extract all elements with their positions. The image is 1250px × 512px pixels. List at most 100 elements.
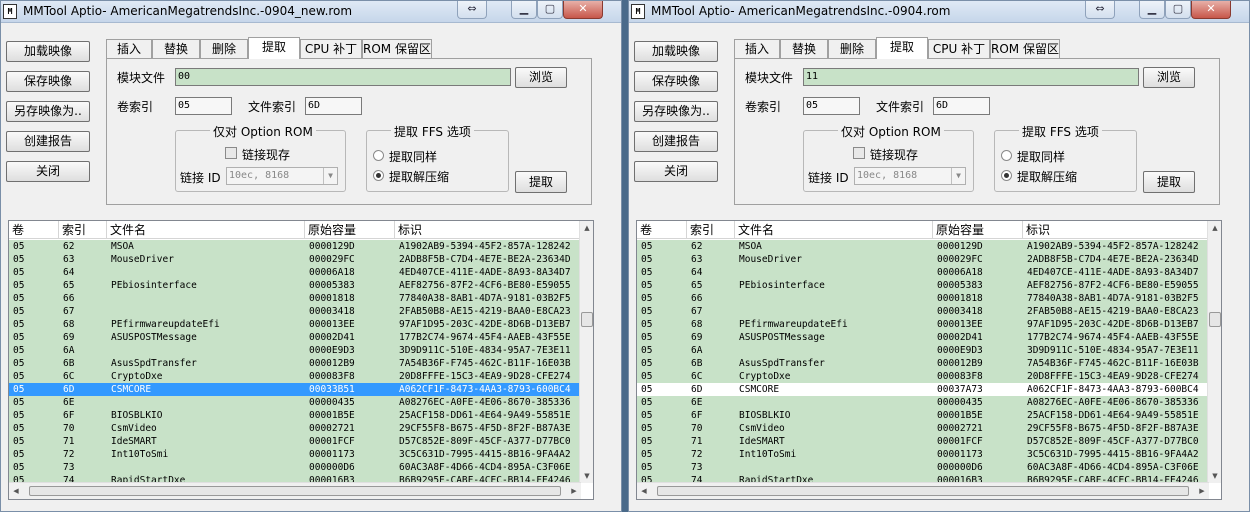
scroll-up-arrow-icon[interactable]: ▲	[1208, 221, 1221, 235]
horizontal-scrollbar[interactable]: ◀ ▶	[637, 482, 1209, 499]
volume-index-field[interactable]: 05	[803, 97, 860, 115]
restore-arrows-icon[interactable]: ⇔	[457, 1, 487, 19]
tab-rom-hole[interactable]: ROM 保留区	[362, 39, 432, 58]
table-row[interactable]: 05 62 MSOA 0000129D A1902AB9-5394-45F2-857A-…	[637, 240, 1207, 253]
vertical-scrollbar[interactable]: ▲ ▼	[579, 221, 593, 483]
table-row[interactable]: 05 70 CsmVideo 00002721 29CF55F8-B675-4F5D-8…	[9, 422, 579, 435]
close-window-button[interactable]: ✕	[1191, 1, 1231, 19]
save-image-as-button[interactable]: 另存映像为..	[6, 101, 90, 122]
table-row[interactable]: 05 6A 0000E9D3 3D9D911C-510E-4834-95A7-7E3E…	[9, 344, 579, 357]
table-row[interactable]: 05 72 Int10ToSmi 00001173 3C5C631D-7995-4415…	[637, 448, 1207, 461]
save-image-button[interactable]: 保存映像	[634, 71, 718, 92]
table-row[interactable]: 05 6F BIOSBLKIO 00001B5E 25ACF158-DD61-4E64-…	[9, 409, 579, 422]
save-image-as-button[interactable]: 另存映像为..	[634, 101, 718, 122]
scroll-up-arrow-icon[interactable]: ▲	[580, 221, 593, 235]
table-row[interactable]: 05 6B AsusSpdTransfer 000012B9 7A54B36F-F745…	[637, 357, 1207, 370]
table-row[interactable]: 05 6E 00000435 A08276EC-A0FE-4E06-8670-3853…	[637, 396, 1207, 409]
tab-delete[interactable]: 删除	[828, 39, 876, 58]
tab-replace[interactable]: 替换	[152, 39, 200, 58]
table-row[interactable]: 05 6E 00000435 A08276EC-A0FE-4E06-8670-3853…	[9, 396, 579, 409]
table-row[interactable]: 05 67 00003418 2FAB50B8-AE15-4219-BAA0-E8CA…	[9, 305, 579, 318]
column-header-filename[interactable]: 文件名	[107, 221, 305, 239]
save-image-button[interactable]: 保存映像	[6, 71, 90, 92]
column-header-index[interactable]: 索引	[687, 221, 735, 239]
table-row[interactable]: 05 64 00006A18 4ED407CE-411E-4ADE-8A93-8A34…	[637, 266, 1207, 279]
table-row[interactable]: 05 67 00003418 2FAB50B8-AE15-4219-BAA0-E8CA…	[637, 305, 1207, 318]
maximize-button[interactable]: ▢	[537, 1, 563, 19]
minimize-button[interactable]: ▁	[511, 1, 537, 19]
scroll-left-arrow-icon[interactable]: ◀	[9, 483, 23, 499]
create-report-button[interactable]: 创建报告	[6, 131, 90, 152]
table-row[interactable]: 05 64 00006A18 4ED407CE-411E-4ADE-8A93-8A34…	[9, 266, 579, 279]
link-id-select[interactable]: 10ec, 8168 ▼	[854, 167, 966, 185]
maximize-button[interactable]: ▢	[1165, 1, 1191, 19]
module-list[interactable]: 卷 索引 文件名 原始容量 标识 05 62 MSOA 0000129D A1902AB…	[8, 220, 594, 500]
column-header-guid[interactable]: 标识	[395, 221, 581, 239]
extract-button[interactable]: 提取	[515, 171, 567, 193]
tab-insert[interactable]: 插入	[106, 39, 152, 58]
table-row[interactable]: 05 65 PEbiosinterface 00005383 AEF82756-87F2…	[9, 279, 579, 292]
scroll-right-arrow-icon[interactable]: ▶	[567, 483, 581, 499]
scroll-left-arrow-icon[interactable]: ◀	[637, 483, 651, 499]
load-image-button[interactable]: 加载映像	[6, 41, 90, 62]
table-row[interactable]: 05 63 MouseDriver 000029FC 2ADB8F5B-C7D4-4E7…	[9, 253, 579, 266]
tab-extract[interactable]: 提取	[876, 37, 928, 59]
module-file-input[interactable]: 00	[175, 68, 511, 86]
tab-cpu-patch[interactable]: CPU 补丁	[928, 39, 990, 58]
tab-cpu-patch[interactable]: CPU 补丁	[300, 39, 362, 58]
volume-index-field[interactable]: 05	[175, 97, 232, 115]
vertical-scroll-thumb[interactable]	[581, 312, 593, 327]
module-list[interactable]: 卷 索引 文件名 原始容量 标识 05 62 MSOA 0000129D A1902AB…	[636, 220, 1222, 500]
create-report-button[interactable]: 创建报告	[634, 131, 718, 152]
link-existing-checkbox[interactable]	[853, 147, 865, 159]
column-header-volume[interactable]: 卷	[9, 221, 59, 239]
table-row[interactable]: 05 68 PEfirmwareupdateEfi 000013EE 97AF1D95-…	[9, 318, 579, 331]
table-row[interactable]: 05 73 000000D6 60AC3A8F-4D66-4CD4-895A-C3F0…	[637, 461, 1207, 474]
table-row[interactable]: 05 69 ASUSPOSTMessage 00002D41 177B2C74-9674…	[9, 331, 579, 344]
table-row[interactable]: 05 73 000000D6 60AC3A8F-4D66-4CD4-895A-C3F0…	[9, 461, 579, 474]
extract-button[interactable]: 提取	[1143, 171, 1195, 193]
table-row[interactable]: 05 66 00001818 77840A38-8AB1-4D7A-9181-03B2…	[9, 292, 579, 305]
table-row[interactable]: 05 6C CryptoDxe 000083F8 20D8FFFE-15C3-4EA9-…	[9, 370, 579, 383]
column-header-filename[interactable]: 文件名	[735, 221, 933, 239]
column-header-guid[interactable]: 标识	[1023, 221, 1209, 239]
tab-extract[interactable]: 提取	[248, 37, 300, 59]
close-button[interactable]: 关闭	[6, 161, 90, 182]
table-row[interactable]: 05 6D CSMCORE 00037A73 A062CF1F-8473-4AA3-87…	[637, 383, 1207, 396]
table-row[interactable]: 05 71 IdeSMART 00001FCF D57C852E-809F-45CF-A…	[637, 435, 1207, 448]
column-header-size[interactable]: 原始容量	[933, 221, 1023, 239]
table-row[interactable]: 05 71 IdeSMART 00001FCF D57C852E-809F-45CF-A…	[9, 435, 579, 448]
vertical-scrollbar[interactable]: ▲ ▼	[1207, 221, 1221, 483]
extract-decompressed-radio[interactable]	[1001, 170, 1012, 181]
column-header-volume[interactable]: 卷	[637, 221, 687, 239]
horizontal-scrollbar[interactable]: ◀ ▶	[9, 482, 581, 499]
column-header-index[interactable]: 索引	[59, 221, 107, 239]
table-row[interactable]: 05 6A 0000E9D3 3D9D911C-510E-4834-95A7-7E3E…	[637, 344, 1207, 357]
link-id-select[interactable]: 10ec, 8168 ▼	[226, 167, 338, 185]
table-row[interactable]: 05 70 CsmVideo 00002721 29CF55F8-B675-4F5D-8…	[637, 422, 1207, 435]
extract-as-is-radio[interactable]	[373, 150, 384, 161]
table-row[interactable]: 05 6D CSMCORE 00033B51 A062CF1F-8473-4AA3-87…	[9, 383, 579, 396]
scroll-right-arrow-icon[interactable]: ▶	[1195, 483, 1209, 499]
table-row[interactable]: 05 69 ASUSPOSTMessage 00002D41 177B2C74-9674…	[637, 331, 1207, 344]
browse-button[interactable]: 浏览	[515, 67, 567, 88]
table-row[interactable]: 05 68 PEfirmwareupdateEfi 000013EE 97AF1D95-…	[637, 318, 1207, 331]
table-row[interactable]: 05 65 PEbiosinterface 00005383 AEF82756-87F2…	[637, 279, 1207, 292]
module-file-input[interactable]: 11	[803, 68, 1139, 86]
tab-insert[interactable]: 插入	[734, 39, 780, 58]
table-row[interactable]: 05 66 00001818 77840A38-8AB1-4D7A-9181-03B2…	[637, 292, 1207, 305]
table-row[interactable]: 05 6F BIOSBLKIO 00001B5E 25ACF158-DD61-4E64-…	[637, 409, 1207, 422]
close-button[interactable]: 关闭	[634, 161, 718, 182]
extract-as-is-radio[interactable]	[1001, 150, 1012, 161]
table-row[interactable]: 05 6B AsusSpdTransfer 000012B9 7A54B36F-F745…	[9, 357, 579, 370]
scroll-down-arrow-icon[interactable]: ▼	[580, 469, 593, 483]
close-window-button[interactable]: ✕	[563, 1, 603, 19]
tab-replace[interactable]: 替换	[780, 39, 828, 58]
minimize-button[interactable]: ▁	[1139, 1, 1165, 19]
horizontal-scroll-thumb[interactable]	[29, 486, 561, 496]
horizontal-scroll-thumb[interactable]	[657, 486, 1189, 496]
table-row[interactable]: 05 62 MSOA 0000129D A1902AB9-5394-45F2-857A-…	[9, 240, 579, 253]
column-header-size[interactable]: 原始容量	[305, 221, 395, 239]
scroll-down-arrow-icon[interactable]: ▼	[1208, 469, 1221, 483]
vertical-scroll-thumb[interactable]	[1209, 312, 1221, 327]
